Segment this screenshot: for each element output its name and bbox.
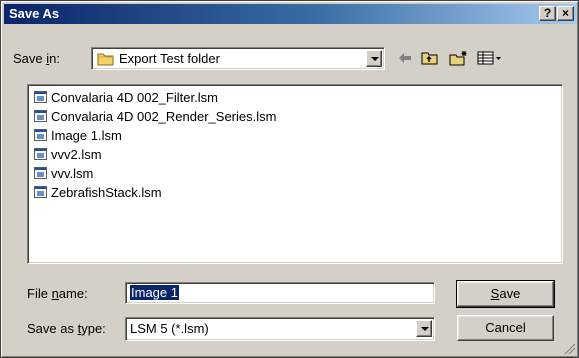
file-type-dropdown[interactable]: LSM 5 (*.lsm) (125, 317, 435, 341)
file-name: ZebrafishStack.lsm (51, 184, 162, 200)
lsm-file-icon (34, 91, 47, 103)
close-button[interactable]: × (557, 6, 574, 21)
save-in-dropdown[interactable]: Export Test folder (91, 47, 385, 70)
chevron-down-icon[interactable] (366, 50, 382, 67)
new-folder-icon[interactable] (449, 50, 469, 66)
list-item[interactable]: Image 1.lsm (34, 126, 122, 144)
folder-icon (97, 53, 114, 66)
lsm-file-icon (34, 129, 47, 141)
list-item[interactable]: Convalaria 4D 002_Filter.lsm (34, 88, 218, 106)
file-name: Image 1.lsm (51, 127, 122, 143)
resize-grip[interactable] (563, 342, 575, 354)
chevron-down-icon[interactable] (416, 320, 432, 337)
save-button[interactable]: Save (456, 280, 555, 308)
save-as-type-label: Save as type: (27, 321, 106, 336)
file-name: vvv2.lsm (51, 146, 102, 162)
file-name-value: Image 1 (130, 285, 179, 300)
file-list[interactable]: Convalaria 4D 002_Filter.lsm Convalaria … (27, 84, 563, 264)
lsm-file-icon (34, 186, 47, 198)
up-folder-icon[interactable] (421, 50, 439, 66)
back-arrow-icon[interactable] (397, 50, 413, 66)
save-in-label: Save in: (13, 51, 60, 66)
lsm-file-icon (34, 167, 47, 179)
save-in-value: Export Test folder (119, 51, 220, 66)
list-item[interactable]: ZebrafishStack.lsm (34, 183, 162, 201)
lsm-file-icon (34, 148, 47, 160)
file-type-value: LSM 5 (*.lsm) (130, 321, 209, 336)
file-name: Convalaria 4D 002_Filter.lsm (51, 89, 218, 105)
file-name-input[interactable]: Image 1 (125, 282, 435, 304)
file-name-label: File name: (27, 286, 88, 301)
view-menu-icon[interactable] (477, 50, 503, 66)
cancel-button[interactable]: Cancel (457, 315, 554, 341)
title-bar[interactable]: Save As ? × (4, 4, 577, 24)
dialog-title: Save As (9, 6, 60, 21)
list-item[interactable]: vvv2.lsm (34, 145, 102, 163)
lsm-file-icon (34, 110, 47, 122)
help-button[interactable]: ? (539, 6, 556, 21)
file-name: Convalaria 4D 002_Render_Series.lsm (51, 108, 277, 124)
list-item[interactable]: Convalaria 4D 002_Render_Series.lsm (34, 107, 276, 125)
save-as-dialog: Save As ? × Save in: Export Test folder … (0, 0, 579, 358)
file-name: vvv.lsm (51, 165, 94, 181)
list-item[interactable]: vvv.lsm (34, 164, 93, 182)
